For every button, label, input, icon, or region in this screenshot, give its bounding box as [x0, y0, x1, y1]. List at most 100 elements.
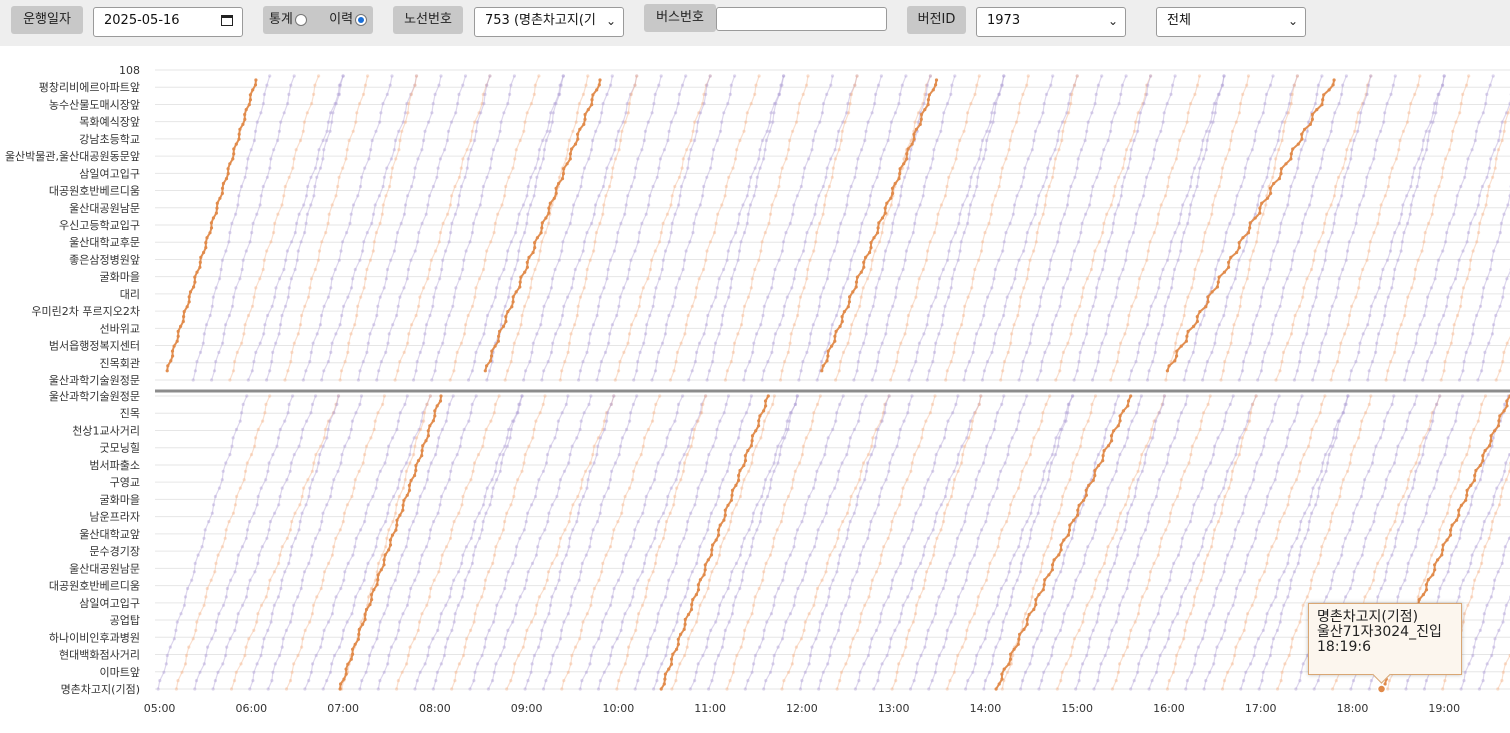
- upper-trip-trace-point: [973, 92, 977, 96]
- lower-trip-trace-point: [631, 402, 636, 406]
- lower-trip-trace-point: [521, 645, 525, 649]
- lower-trip-trace-point: [1465, 453, 1469, 457]
- upper-trip-trace-point: [1156, 212, 1161, 216]
- lower-trip-trace-point: [629, 411, 633, 415]
- upper-trip-trace-point: [543, 231, 548, 235]
- upper-trip-trace-point: [456, 203, 460, 207]
- lower-trip-trace-point: [1198, 427, 1202, 432]
- upper-trip-trace-point: [1100, 341, 1104, 345]
- lower-trip-trace-point: [616, 520, 620, 524]
- version-select[interactable]: 1973 ⌄: [976, 7, 1126, 37]
- lower-trip-trace-point: [350, 612, 354, 616]
- lower-trip-trace-point: [636, 679, 640, 683]
- lower-trip-trace-point: [757, 586, 761, 591]
- stats-radio[interactable]: [294, 13, 307, 26]
- upper-trip-trace-point: [1289, 332, 1294, 336]
- upper-trip-trace-point: [953, 231, 958, 235]
- lower-trip-trace-point: [578, 503, 582, 507]
- lower-trip-trace-point: [369, 436, 373, 440]
- upper-trip-trace-point: [443, 332, 447, 336]
- upper-trip-trace-point: [1297, 157, 1301, 161]
- bus-input[interactable]: [716, 7, 887, 31]
- upper-trip-trace-point: [1030, 148, 1034, 152]
- upper-trip-trace-point: [914, 360, 918, 364]
- lower-trip-trace-point: [535, 603, 539, 607]
- calendar-icon[interactable]: [221, 15, 233, 26]
- upper-trip-trace-point: [230, 304, 235, 308]
- upper-trip-trace-point: [782, 74, 786, 78]
- history-radio[interactable]: [355, 13, 368, 26]
- lower-trip-trace-point: [636, 578, 640, 582]
- lower-trip-trace-point: [386, 603, 390, 607]
- upper-trip-trace-point: [877, 277, 881, 281]
- upper-trip-trace-point: [965, 194, 969, 198]
- lower-trip-trace-point: [713, 662, 717, 666]
- lower-trip-trace-point: [657, 545, 662, 549]
- stop-label: 목화예식장앞: [79, 116, 140, 129]
- upper-trip-trace-point: [417, 231, 421, 235]
- lower-trip-trace-point: [1196, 645, 1200, 649]
- upper-trip-trace-point: [422, 341, 426, 345]
- upper-trip-trace-point: [361, 249, 365, 253]
- lower-trip-trace-point: [1244, 427, 1248, 432]
- upper-trip-trace-point: [1081, 286, 1085, 290]
- lower-trip-trace-point: [305, 419, 309, 423]
- lower-trip-trace-point: [300, 645, 304, 649]
- upper-trip-trace-point: [881, 221, 885, 225]
- lower-trip-trace-point: [730, 511, 734, 515]
- upper-trip-trace-point: [394, 157, 398, 161]
- upper-trip-trace-point: [478, 203, 482, 207]
- lower-trip-trace-point: [601, 561, 605, 566]
- upper-trip-trace-point: [887, 313, 891, 318]
- upper-trip-trace-point: [1237, 111, 1241, 115]
- upper-trip-trace-point: [795, 194, 799, 198]
- upper-trip-trace-point: [1128, 157, 1132, 161]
- lower-trip-trace-point: [1485, 603, 1489, 607]
- lower-trip-trace-point: [631, 595, 635, 599]
- lower-trip-trace-point: [1341, 545, 1345, 549]
- upper-trip-trace-point: [378, 295, 382, 299]
- upper-trip-trace-point: [895, 360, 899, 364]
- lower-trip-trace-point: [1004, 578, 1008, 582]
- filter-select[interactable]: 전체 ⌄: [1156, 7, 1306, 37]
- upper-trip-trace-point: [778, 378, 783, 382]
- upper-trip-trace-point: [298, 138, 303, 143]
- upper-trip-trace-point: [459, 184, 463, 189]
- upper-trip-trace-point: [629, 323, 634, 327]
- upper-trip-trace-point: [493, 221, 497, 225]
- upper-trip-trace-point: [1052, 166, 1056, 170]
- lower-trip-trace-point: [382, 670, 386, 674]
- upper-trip-trace-point: [1200, 148, 1204, 152]
- lower-trip-trace-point: [729, 453, 733, 457]
- upper-trip-trace-point: [532, 194, 536, 198]
- lower-trip-trace-point: [972, 553, 977, 557]
- lower-trip-trace-point: [657, 520, 661, 524]
- upper-trip-trace-point: [1073, 175, 1077, 179]
- upper-trip-trace-point: [729, 83, 733, 87]
- upper-trip-trace-point: [356, 304, 360, 308]
- upper-trip-trace-point: [241, 258, 245, 262]
- upper-trip-trace-point: [1021, 360, 1025, 364]
- lower-trip-trace-point: [555, 645, 559, 649]
- route-select[interactable]: 753 (명촌차고지(기 ⌄: [474, 7, 624, 37]
- upper-trip-trace-point: [1126, 166, 1130, 170]
- lower-trip-trace-point: [1161, 402, 1165, 406]
- lower-trip-trace-point: [557, 486, 561, 490]
- upper-trip-trace-point: [873, 249, 877, 253]
- lower-trip-trace-point: [267, 461, 271, 465]
- lower-trip-trace-point: [1174, 653, 1179, 658]
- lower-trip-trace-point: [1104, 494, 1108, 499]
- lower-trip-trace-point: [327, 561, 331, 566]
- lower-trip-trace-point: [839, 670, 844, 674]
- upper-trip-trace-point: [519, 240, 523, 244]
- lower-trip-trace-point: [1384, 570, 1388, 574]
- upper-trip-trace-point: [889, 203, 893, 207]
- upper-trip-trace-point: [254, 286, 258, 290]
- upper-trip-trace-point: [1245, 277, 1249, 281]
- lower-trip-trace-point: [491, 486, 495, 490]
- upper-trip-trace-point: [251, 221, 255, 225]
- lower-trip-trace-point: [542, 586, 546, 591]
- date-input[interactable]: 2025-05-16: [93, 7, 243, 37]
- stop-label: 울산대학교후문: [69, 236, 140, 249]
- lower-trip-trace-point: [359, 394, 364, 398]
